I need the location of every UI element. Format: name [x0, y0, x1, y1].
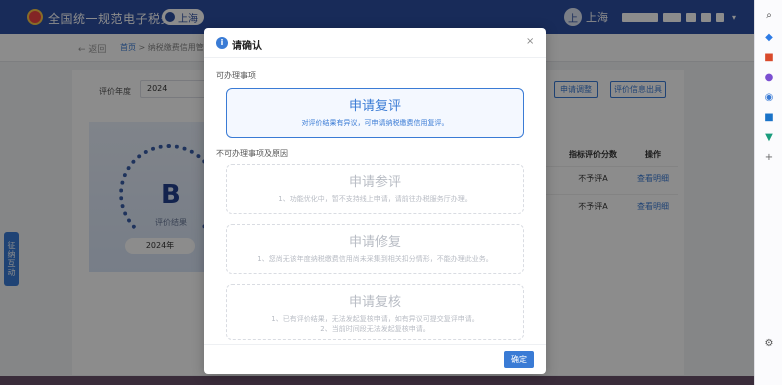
option-reason: 1、功能优化中，暂不支持线上申请，请前往办税服务厅办理。 — [278, 195, 472, 203]
apply-review-option: 申请复核 1、已有评价结果，无法发起复核申请，如有异议可提交复评申请。 2、当前… — [226, 284, 524, 340]
option-reason: 1、您尚无该年度纳税缴费信用尚未采集到相关扣分情形，不能办理此业务。 — [257, 255, 493, 263]
dialog-title: 请确认 — [232, 41, 262, 52]
outlook-icon[interactable]: ■ — [762, 110, 776, 124]
circle-icon[interactable]: ◉ — [762, 90, 776, 104]
option-reason-line: 1、已有评价结果，无法发起复核申请，如有异议可提交复评申请。 — [271, 315, 479, 323]
apply-re-evaluation-option[interactable]: 申请复评 对评价结果有异议，可申请纳税缴费信用复评。 — [226, 88, 524, 138]
unavailable-section-label: 不可办理事项及原因 — [216, 149, 288, 158]
available-section-label: 可办理事项 — [216, 71, 256, 80]
dialog-header: i 请确认 × — [204, 28, 546, 58]
gear-icon[interactable]: ⚙ — [762, 336, 776, 350]
option-title: 申请复评 — [348, 99, 401, 114]
option-reason: 1、已有评价结果，无法发起复核申请，如有异议可提交复评申请。 2、当前时间段无法… — [227, 314, 523, 334]
option-title: 申请修复 — [348, 235, 401, 250]
toolbox-icon[interactable]: ■ — [762, 50, 776, 64]
apply-repair-option: 申请修复 1、您尚无该年度纳税缴费信用尚未采集到相关扣分情形，不能办理此业务。 — [226, 224, 524, 274]
plus-icon[interactable]: + — [762, 150, 776, 164]
option-reason-line: 2、当前时间段无法发起复核申请。 — [320, 325, 430, 333]
people-icon[interactable]: ● — [762, 70, 776, 84]
option-title: 申请复核 — [348, 295, 401, 310]
dialog-footer: 确定 — [204, 344, 546, 374]
confirm-dialog: i 请确认 × 可办理事项 申请复评 对评价结果有异议，可申请纳税缴费信用复评。… — [204, 28, 546, 374]
info-icon: i — [216, 37, 228, 49]
shopping-icon[interactable]: ▼ — [762, 130, 776, 144]
search-icon[interactable]: ⌕ — [762, 8, 776, 22]
apply-participation-option: 申请参评 1、功能优化中，暂不支持线上申请，请前往办税服务厅办理。 — [226, 164, 524, 214]
taskbar-strip — [0, 376, 754, 385]
close-icon[interactable]: × — [526, 36, 534, 47]
option-desc: 对评价结果有异议，可申请纳税缴费信用复评。 — [301, 119, 449, 127]
browser-sidebar: ⌕ ◆ ■ ● ◉ ■ ▼ + ⚙ — [754, 0, 782, 385]
tag-icon[interactable]: ◆ — [762, 30, 776, 44]
option-title: 申请参评 — [348, 175, 401, 190]
confirm-button[interactable]: 确定 — [504, 351, 534, 368]
